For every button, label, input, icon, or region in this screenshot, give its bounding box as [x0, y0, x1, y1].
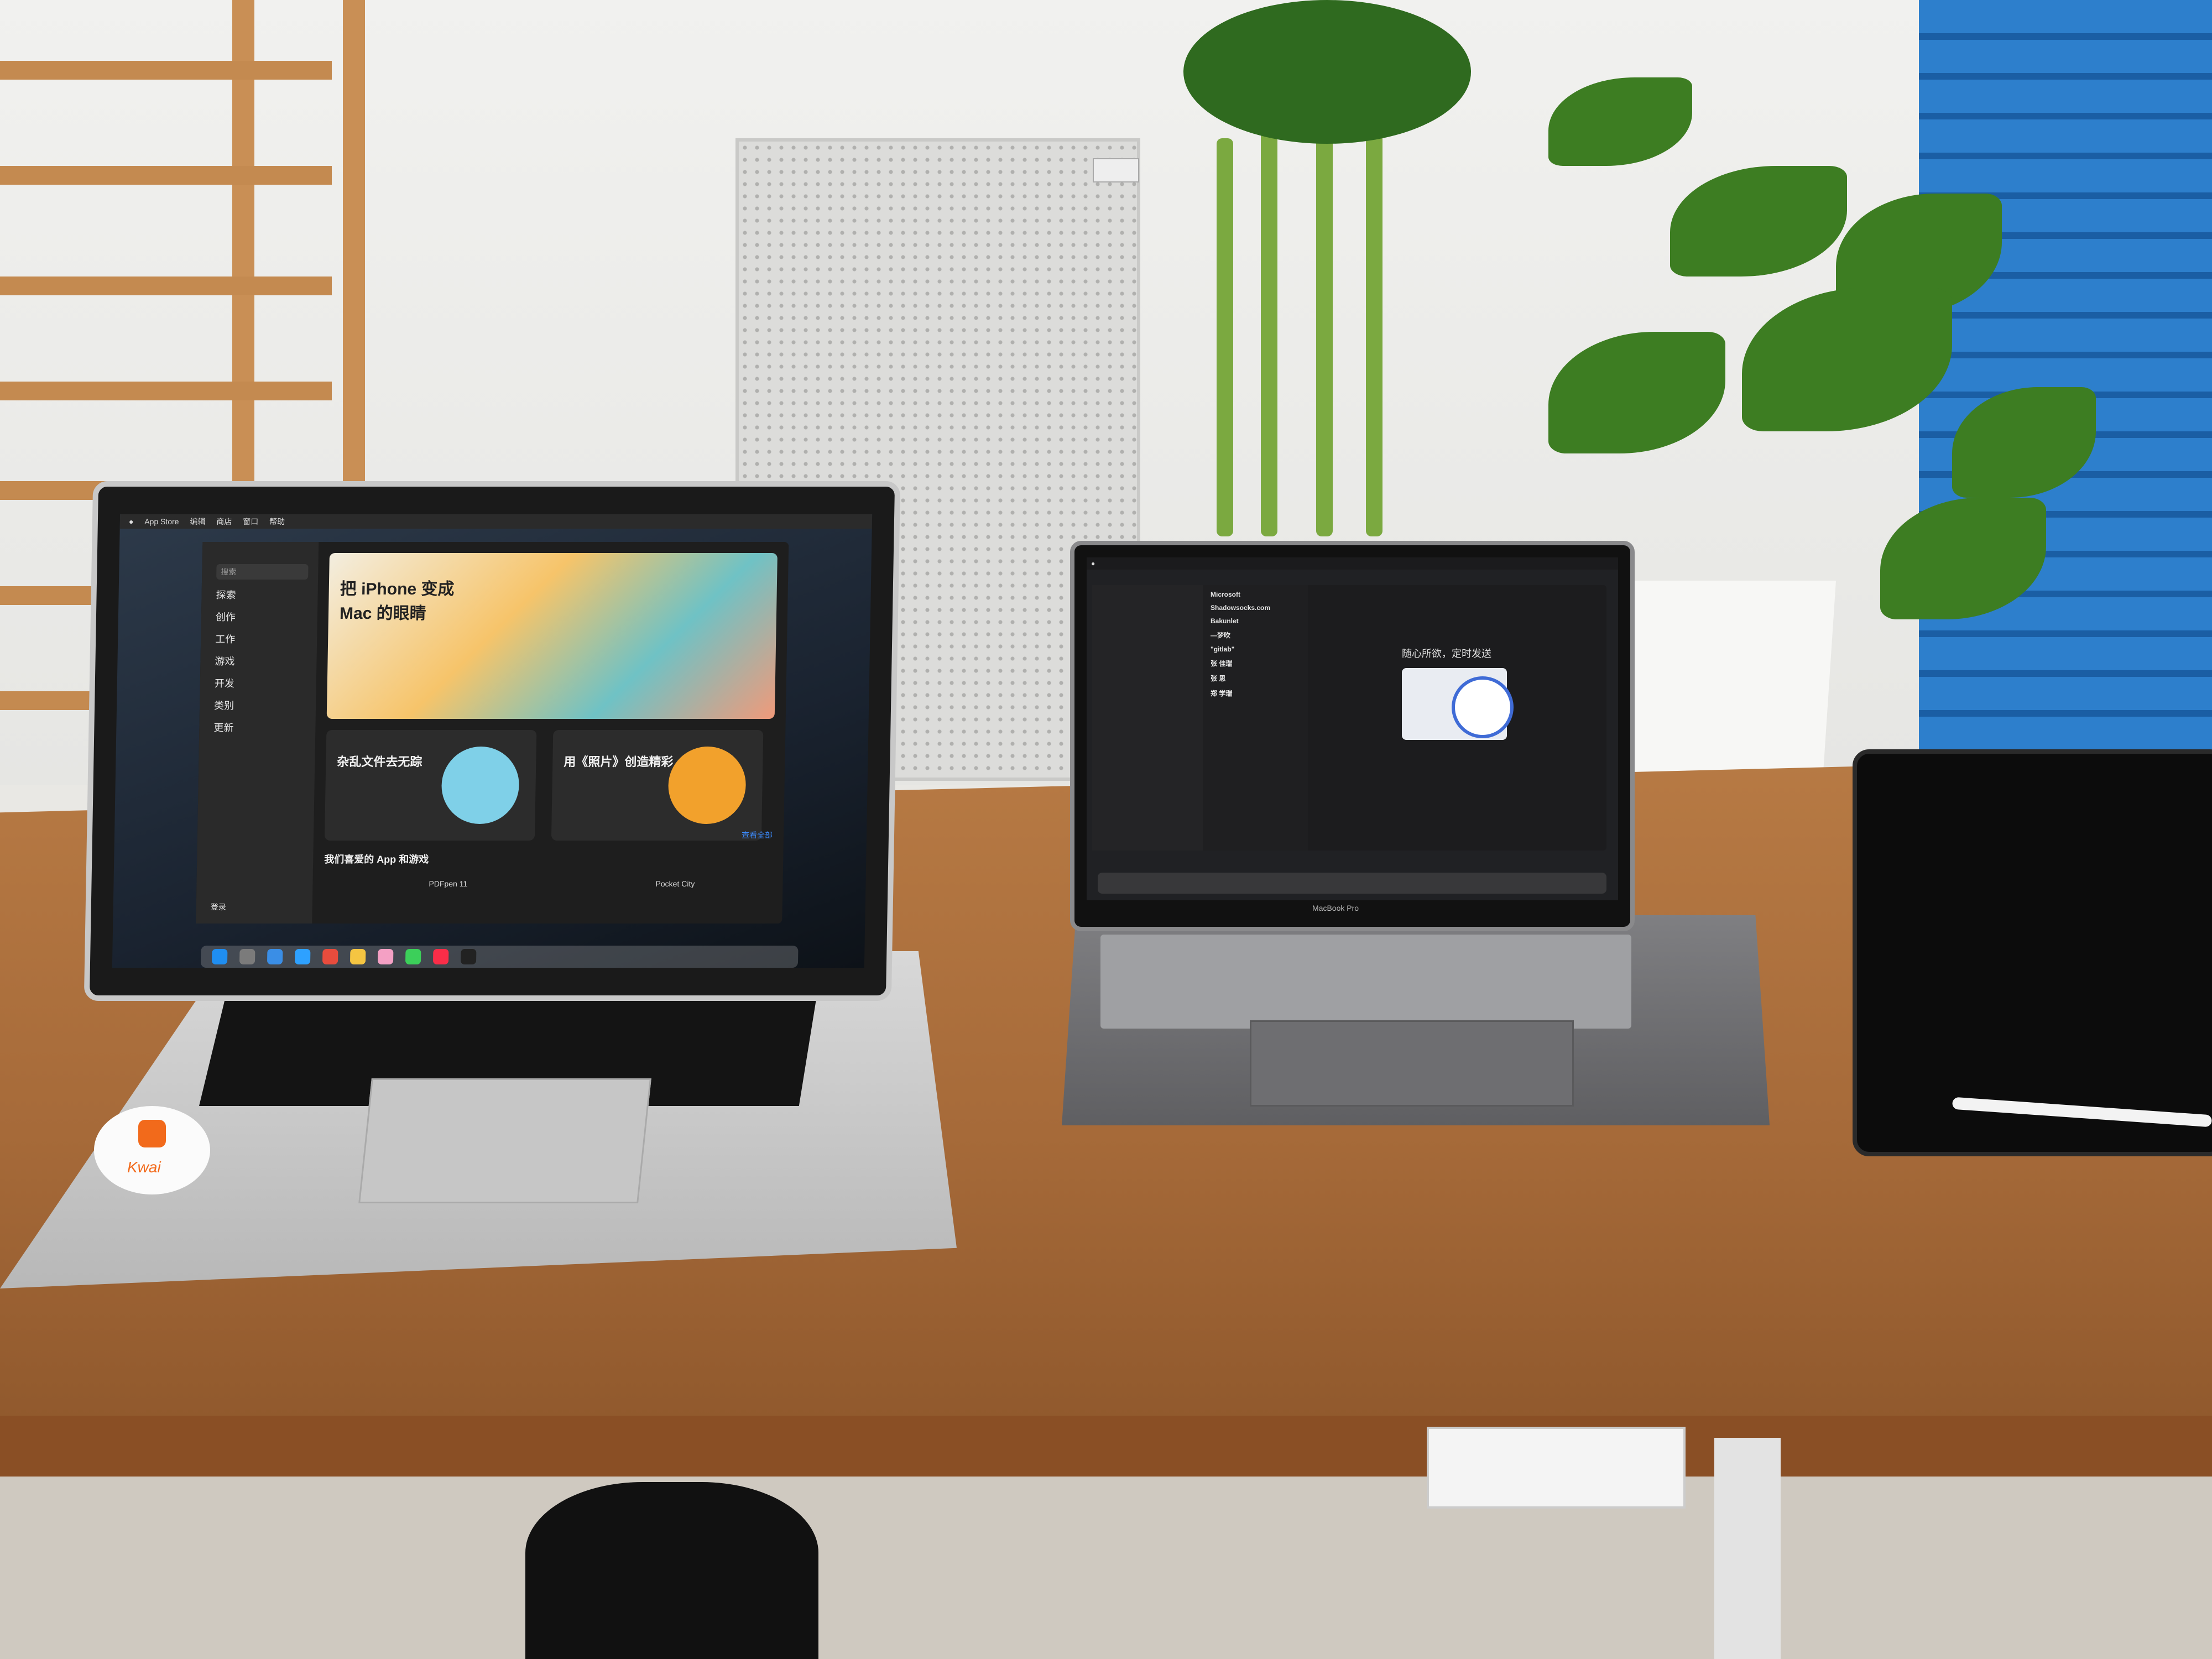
- messages-icon[interactable]: [405, 949, 421, 964]
- finder-icon[interactable]: [211, 949, 228, 964]
- tablet-device: [1853, 749, 2212, 1156]
- safari-icon[interactable]: [267, 949, 283, 964]
- mail-app-window: Microsoft Shadowsocks.com Bakunlet —梦吹 "…: [1092, 585, 1606, 851]
- kwai-sticker: Kwai: [94, 1106, 210, 1194]
- see-all-link[interactable]: 查看全部: [742, 830, 773, 841]
- menu-bar: ●: [1087, 557, 1618, 570]
- story-card-title: 用《照片》创造精彩: [564, 755, 674, 769]
- sidebar-item-categories[interactable]: 类别: [214, 698, 316, 712]
- section-title: 我们喜爱的 App 和游戏: [324, 854, 429, 865]
- app-store-sidebar: 搜索 探索 创作 工作 游戏 开发 类别 更新 登录: [196, 542, 319, 924]
- photos-icon[interactable]: [377, 949, 394, 964]
- story-card[interactable]: 杂乱文件去无踪: [324, 730, 537, 841]
- sidebar-item-play[interactable]: 游戏: [215, 654, 316, 668]
- app-store-window: 搜索 探索 创作 工作 游戏 开发 类别 更新 登录 把 iPhone 变成 M…: [196, 542, 789, 924]
- story-card-illustration: [667, 747, 747, 824]
- desk-edge: [0, 1416, 2212, 1477]
- sidebar-item-develop[interactable]: 开发: [215, 676, 316, 690]
- apple-menu-icon[interactable]: ●: [1091, 560, 1095, 567]
- list-item[interactable]: "gitlab": [1211, 645, 1308, 653]
- app-name[interactable]: PDFpen 11: [429, 879, 467, 888]
- launchpad-icon[interactable]: [239, 949, 255, 964]
- desk-leg: [1714, 1438, 1781, 1659]
- sidebar-item-discover[interactable]: 探索: [216, 587, 317, 602]
- sidebar-item-work[interactable]: 工作: [215, 632, 317, 646]
- menu-store[interactable]: 商店: [216, 517, 232, 526]
- right-laptop-lid: ● Microsoft Shadowsocks.com Bakunlet —梦吹…: [1070, 541, 1635, 931]
- right-laptop-trackpad[interactable]: [1250, 1020, 1574, 1107]
- right-laptop-keyboard[interactable]: [1100, 935, 1631, 1029]
- dock: [200, 946, 799, 968]
- story-card[interactable]: 用《照片》创造精彩: [551, 730, 764, 841]
- story-card-title: 杂乱文件去无踪: [337, 755, 422, 769]
- clock-icon: [1452, 676, 1514, 738]
- sidebar-item-updates[interactable]: 更新: [213, 720, 315, 734]
- floor-power-outlet: [1427, 1427, 1686, 1509]
- mail-list: Microsoft Shadowsocks.com Bakunlet —梦吹 "…: [1203, 585, 1308, 851]
- list-item[interactable]: 张 佳瑞: [1211, 659, 1308, 668]
- kwai-logo-icon: [138, 1120, 166, 1147]
- featured-hero-banner[interactable]: 把 iPhone 变成 Mac 的眼睛: [326, 553, 778, 719]
- list-item[interactable]: Shadowsocks.com: [1211, 604, 1308, 612]
- list-item[interactable]: 郑 学瑞: [1211, 688, 1308, 698]
- list-item[interactable]: —梦吹: [1211, 630, 1308, 640]
- dock: [1098, 873, 1606, 894]
- apple-menu-icon[interactable]: ●: [129, 517, 134, 526]
- menu-window[interactable]: 窗口: [243, 517, 258, 526]
- story-card-illustration: [441, 747, 520, 824]
- menu-app-store[interactable]: App Store: [144, 517, 179, 526]
- menu-edit[interactable]: 编辑: [190, 517, 205, 526]
- sidebar-item-create[interactable]: 创作: [216, 609, 317, 624]
- calendar-icon[interactable]: [322, 949, 338, 964]
- menu-bar: ● App Store 编辑 商店 窗口 帮助: [119, 514, 873, 529]
- search-input[interactable]: 搜索: [216, 564, 309, 580]
- empty-state-title: 随心所欲，定时发送: [1402, 648, 1491, 659]
- notes-icon[interactable]: [349, 949, 366, 964]
- menu-help[interactable]: 帮助: [269, 517, 285, 526]
- laptop-brand-label: MacBook Pro: [1312, 904, 1359, 912]
- mail-sidebar: [1092, 585, 1203, 851]
- scheduled-send-illustration: [1402, 668, 1514, 740]
- kwai-sticker-text: Kwai: [127, 1159, 161, 1176]
- list-item[interactable]: Microsoft: [1211, 591, 1308, 598]
- black-backpack: [525, 1482, 818, 1659]
- list-item[interactable]: 张 思: [1211, 674, 1308, 683]
- left-laptop-screen: ● App Store 编辑 商店 窗口 帮助 搜索 探索 创作 工作 游戏 开…: [112, 514, 873, 968]
- sign-in-button[interactable]: 登录: [211, 901, 226, 912]
- terminal-icon[interactable]: [460, 949, 477, 964]
- app-store-icon[interactable]: [294, 949, 311, 964]
- app-name[interactable]: Pocket City: [655, 879, 695, 888]
- music-icon[interactable]: [432, 949, 449, 964]
- list-item[interactable]: Bakunlet: [1211, 617, 1308, 625]
- right-laptop-screen: ● Microsoft Shadowsocks.com Bakunlet —梦吹…: [1087, 557, 1618, 900]
- hero-title: 把 iPhone 变成 Mac 的眼睛: [339, 580, 455, 623]
- left-laptop-lid: ● App Store 编辑 商店 窗口 帮助 搜索 探索 创作 工作 游戏 开…: [84, 481, 901, 1001]
- left-laptop-trackpad[interactable]: [358, 1078, 651, 1203]
